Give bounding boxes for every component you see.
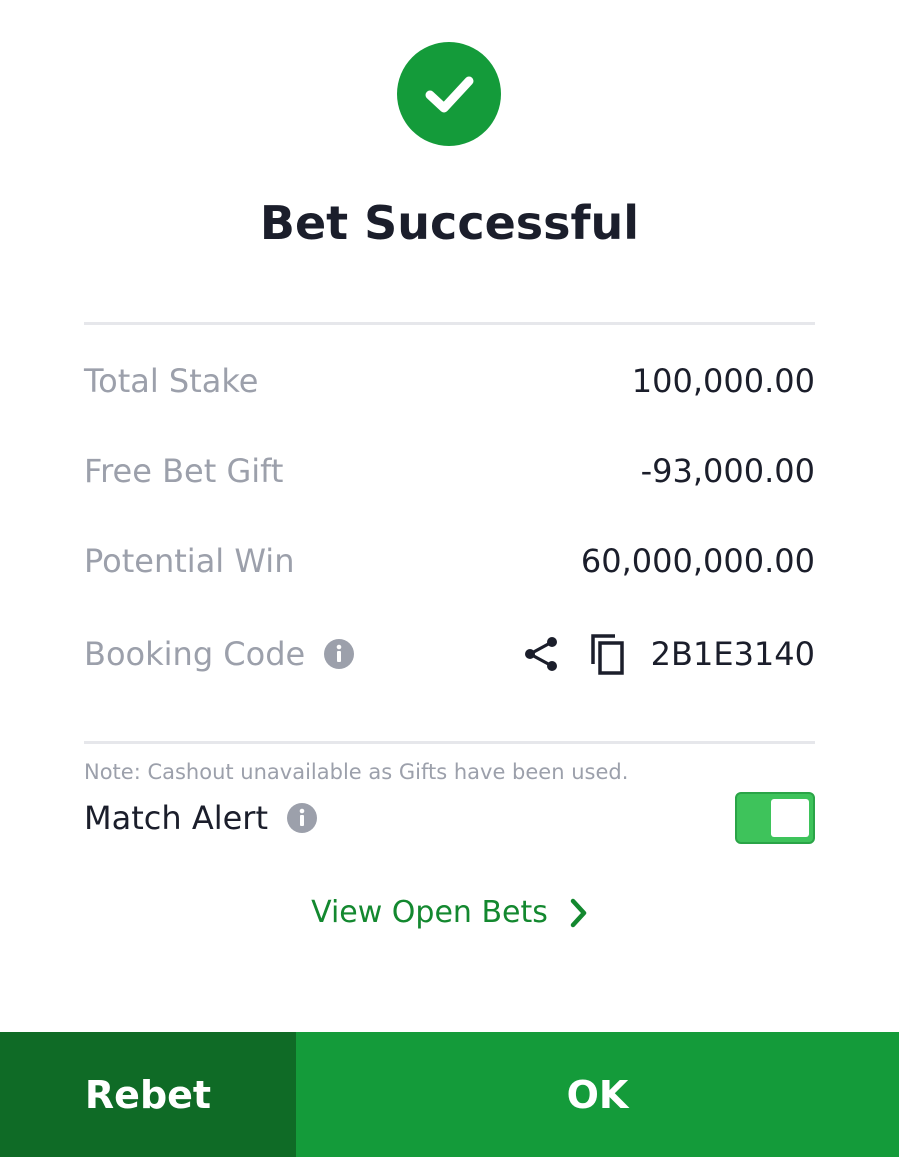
info-icon[interactable] (286, 802, 318, 834)
match-alert-row: Match Alert (84, 791, 815, 845)
match-alert-label: Match Alert (84, 799, 268, 837)
view-open-bets-content: View Open Bets (311, 895, 588, 930)
free-bet-label: Free Bet Gift (84, 452, 284, 490)
toggle-knob (771, 799, 809, 837)
info-icon[interactable] (323, 638, 355, 670)
page-title: Bet Successful (259, 196, 640, 250)
share-icon[interactable] (521, 634, 561, 674)
total-stake-value: 100,000.00 (631, 362, 815, 400)
check-circle-icon (397, 42, 501, 146)
total-stake-row: Total Stake 100,000.00 (84, 356, 815, 406)
cashout-note: Note: Cashout unavailable as Gifts have … (84, 760, 629, 784)
free-bet-row: Free Bet Gift -93,000.00 (84, 446, 815, 496)
total-stake-label: Total Stake (84, 362, 259, 400)
ok-button[interactable]: OK (296, 1032, 899, 1157)
potential-win-label: Potential Win (84, 542, 295, 580)
booking-code-row: Booking Code 2B1E3140 (84, 629, 815, 679)
footer-actions: Rebet OK (0, 1032, 899, 1157)
potential-win-value: 60,000,000.00 (580, 542, 815, 580)
booking-actions: 2B1E3140 (521, 632, 815, 676)
booking-code-label: Booking Code (84, 635, 306, 673)
rebet-button[interactable]: Rebet (0, 1032, 296, 1157)
booking-code-label-group: Booking Code (84, 635, 355, 673)
chevron-right-icon (568, 897, 588, 929)
booking-code-value: 2B1E3140 (650, 635, 815, 673)
view-open-bets-label: View Open Bets (311, 895, 548, 930)
free-bet-value: -93,000.00 (640, 452, 815, 490)
view-open-bets-link[interactable]: View Open Bets (0, 895, 899, 930)
bet-success-dialog: Bet Successful Total Stake 100,000.00 Fr… (0, 0, 899, 1157)
match-alert-label-group: Match Alert (84, 799, 318, 837)
potential-win-row: Potential Win 60,000,000.00 (84, 536, 815, 586)
divider (84, 741, 815, 744)
divider (84, 322, 815, 325)
copy-icon[interactable] (587, 632, 627, 676)
match-alert-toggle[interactable] (735, 792, 815, 844)
